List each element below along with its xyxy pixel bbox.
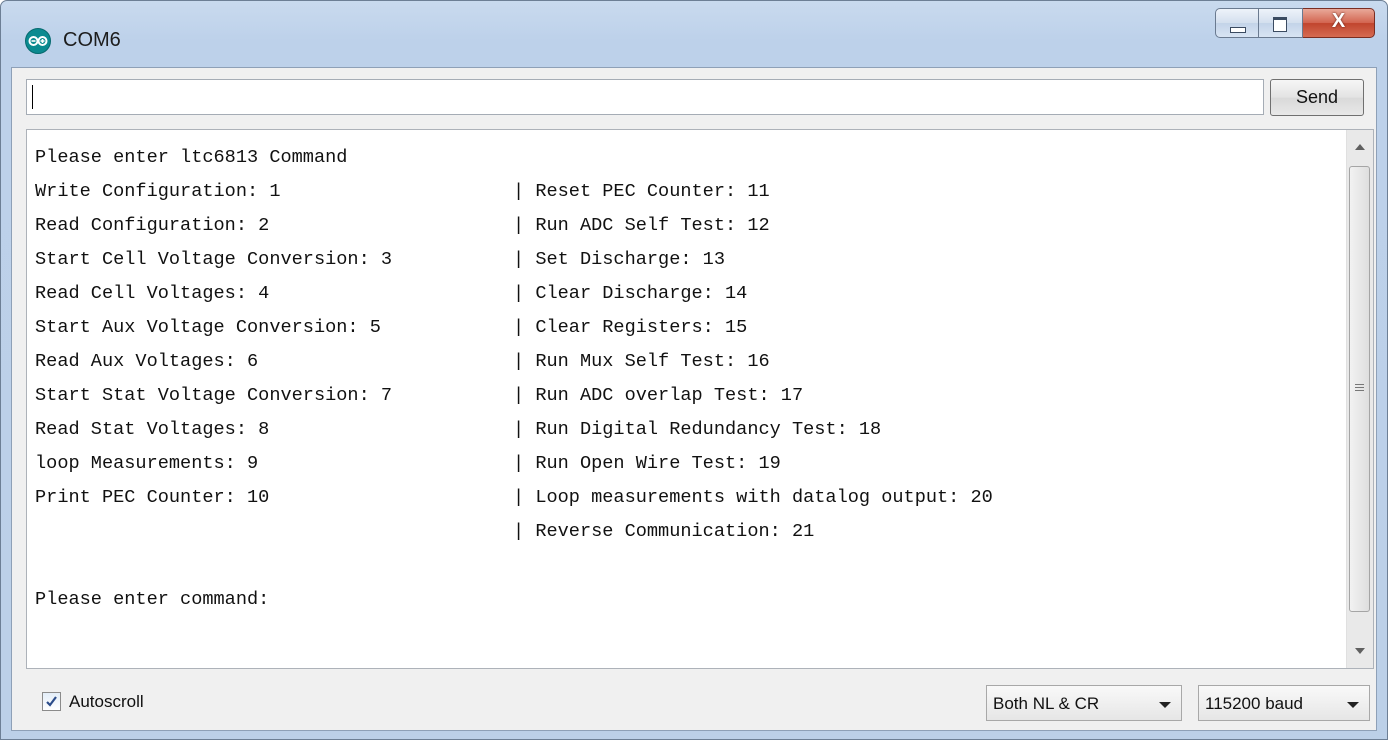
output-blank-line	[35, 549, 347, 583]
command-left: Read Configuration: 2	[35, 215, 270, 236]
output-row: Read Stat Voltages: 8 | Run Digital Redun…	[35, 413, 881, 447]
output-prompt: Please enter command:	[35, 589, 270, 610]
output-row: Read Cell Voltages: 4 | Clear Discharge: …	[35, 277, 747, 311]
command-right: | Clear Discharge: 14	[513, 283, 748, 304]
scroll-up-icon[interactable]	[1355, 144, 1365, 150]
output-row: Write Configuration: 1 | Reset PEC Counte…	[35, 175, 770, 209]
baud-rate-value: 115200 baud	[1205, 694, 1304, 713]
command-left: Start Stat Voltage Conversion: 7	[35, 385, 393, 406]
checkmark-icon	[46, 696, 57, 707]
scroll-thumb[interactable]	[1349, 166, 1370, 612]
command-right: | Reset PEC Counter: 11	[513, 181, 770, 202]
command-left: loop Measurements: 9	[35, 453, 259, 474]
output-row: Start Aux Voltage Conversion: 5 | Clear R…	[35, 311, 747, 345]
command-right: | Run Mux Self Test: 16	[513, 351, 770, 372]
output-row: Start Cell Voltage Conversion: 3 | Set Di…	[35, 243, 725, 277]
status-bar: Autoscroll Both NL & CR 115200 baud	[12, 672, 1376, 730]
autoscroll-label: Autoscroll	[69, 692, 144, 711]
command-left: Read Aux Voltages: 6	[35, 351, 259, 372]
output-header: Please enter ltc6813 Command	[35, 147, 348, 168]
caption-buttons: X	[1215, 8, 1375, 40]
serial-monitor-client: Send Please enter ltc6813 Command Write …	[11, 67, 1377, 731]
close-icon: X	[1331, 10, 1346, 32]
command-right: | Run ADC Self Test: 12	[513, 215, 770, 236]
minimize-button[interactable]	[1215, 8, 1259, 38]
chevron-down-icon	[1159, 702, 1171, 708]
output-lines: Please enter ltc6813 Command Write Confi…	[35, 141, 993, 617]
line-ending-select[interactable]: Both NL & CR	[986, 685, 1182, 721]
command-right: | Run Digital Redundancy Test: 18	[513, 419, 882, 440]
autoscroll-checkbox[interactable]	[42, 692, 61, 711]
command-right: | Loop measurements with datalog output:…	[513, 487, 993, 508]
command-left: Print PEC Counter: 10	[35, 487, 270, 508]
maximize-icon	[1273, 17, 1287, 32]
vertical-scrollbar[interactable]	[1346, 130, 1373, 668]
window-title: COM6	[63, 29, 121, 51]
arduino-icon	[25, 28, 51, 54]
serial-monitor-window: COM6 X Send Please enter ltc6813 Command…	[0, 0, 1388, 740]
title-bar[interactable]: COM6 X	[1, 1, 1387, 63]
scroll-down-icon[interactable]	[1355, 648, 1365, 654]
chevron-down-icon	[1347, 702, 1359, 708]
output-row: | Reverse Communication: 21	[35, 515, 814, 549]
command-right: | Run Open Wire Test: 19	[513, 453, 781, 474]
command-right: | Clear Registers: 15	[513, 317, 748, 338]
output-row: Read Configuration: 2 | Run ADC Self Test…	[35, 209, 770, 243]
line-ending-value: Both NL & CR	[993, 694, 1100, 713]
command-left: Start Cell Voltage Conversion: 3	[35, 249, 393, 270]
output-row: Print PEC Counter: 10 | Loop measurements…	[35, 481, 993, 515]
command-right: | Run ADC overlap Test: 17	[513, 385, 804, 406]
command-left: Start Aux Voltage Conversion: 5	[35, 317, 381, 338]
serial-output[interactable]: Please enter ltc6813 Command Write Confi…	[26, 129, 1374, 669]
grip-icon	[1355, 384, 1364, 393]
close-button[interactable]: X	[1303, 8, 1375, 38]
command-left: Write Configuration: 1	[35, 181, 281, 202]
minimize-icon	[1230, 27, 1246, 33]
maximize-button[interactable]	[1259, 8, 1303, 38]
text-caret	[32, 85, 33, 109]
output-row: loop Measurements: 9 | Run Open Wire Test…	[35, 447, 781, 481]
command-left: Read Cell Voltages: 4	[35, 283, 270, 304]
command-input[interactable]	[26, 79, 1264, 115]
send-button[interactable]: Send	[1270, 79, 1364, 116]
command-left: Read Stat Voltages: 8	[35, 419, 270, 440]
baud-rate-select[interactable]: 115200 baud	[1198, 685, 1370, 721]
output-row: Start Stat Voltage Conversion: 7 | Run AD…	[35, 379, 803, 413]
output-row: Read Aux Voltages: 6 | Run Mux Self Test:…	[35, 345, 770, 379]
command-right: | Reverse Communication: 21	[513, 521, 815, 542]
command-right: | Set Discharge: 13	[513, 249, 726, 270]
